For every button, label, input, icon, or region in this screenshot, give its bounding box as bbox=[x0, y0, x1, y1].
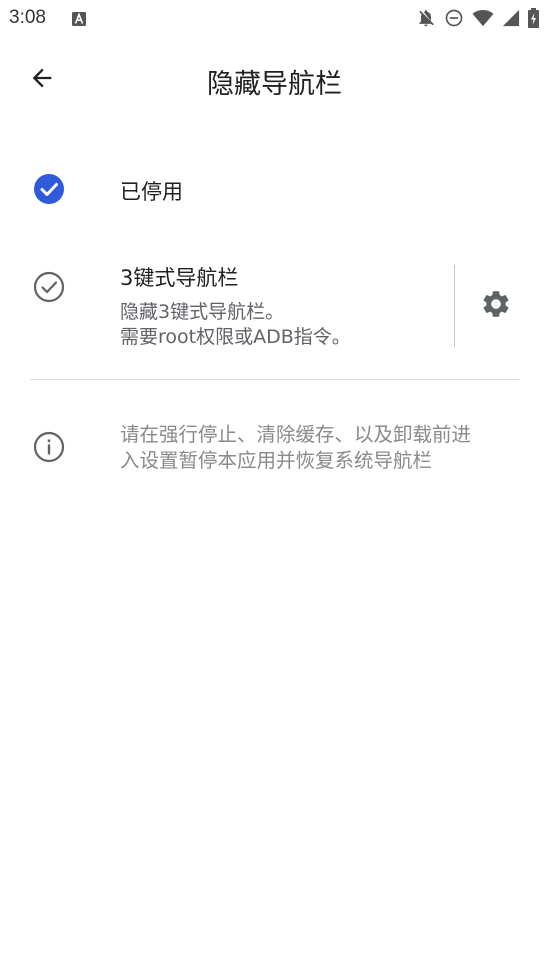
notifications-off-icon bbox=[416, 8, 436, 28]
option-summary-line: 需要root权限或ADB指令。 bbox=[120, 326, 351, 348]
gear-icon bbox=[480, 288, 512, 324]
option-summary-line: 隐藏3键式导航栏。 bbox=[120, 301, 285, 323]
info-text-line: 入设置暂停本应用并恢复系统导航栏 bbox=[120, 449, 433, 472]
notification-a-icon bbox=[72, 11, 86, 30]
status-bar: 3:08 bbox=[0, 0, 549, 36]
status-time: 3:08 bbox=[9, 7, 46, 28]
info-outline-icon bbox=[32, 430, 66, 464]
check-circle-outline-icon bbox=[32, 270, 66, 304]
info-text: 请在强行停止、清除缓存、以及卸载前进 入设置暂停本应用并恢复系统导航栏 bbox=[120, 422, 520, 474]
option-summary: 隐藏3键式导航栏。 需要root权限或ADB指令。 bbox=[120, 300, 440, 350]
wifi-icon bbox=[472, 8, 494, 28]
vertical-divider bbox=[454, 265, 455, 347]
option-title: 3键式导航栏 bbox=[120, 266, 239, 290]
page-title: 隐藏导航栏 bbox=[207, 69, 342, 100]
battery-charging-icon bbox=[528, 8, 539, 28]
cellular-signal-icon bbox=[502, 9, 520, 27]
info-text-line: 请在强行停止、清除缓存、以及卸载前进 bbox=[120, 423, 472, 446]
section-divider bbox=[30, 379, 519, 380]
option-3-key-navbar[interactable]: 3键式导航栏 隐藏3键式导航栏。 需要root权限或ADB指令。 bbox=[0, 250, 549, 360]
settings-button[interactable] bbox=[474, 284, 518, 328]
do-not-disturb-icon bbox=[444, 8, 464, 28]
option-disabled[interactable]: 已停用 bbox=[0, 160, 549, 220]
toolbar: 隐藏导航栏 bbox=[0, 46, 549, 112]
status-icons bbox=[416, 8, 539, 28]
info-footer: 请在强行停止、清除缓存、以及卸载前进 入设置暂停本应用并恢复系统导航栏 bbox=[0, 410, 549, 490]
check-circle-filled-icon bbox=[32, 172, 66, 206]
option-title: 已停用 bbox=[120, 180, 183, 204]
